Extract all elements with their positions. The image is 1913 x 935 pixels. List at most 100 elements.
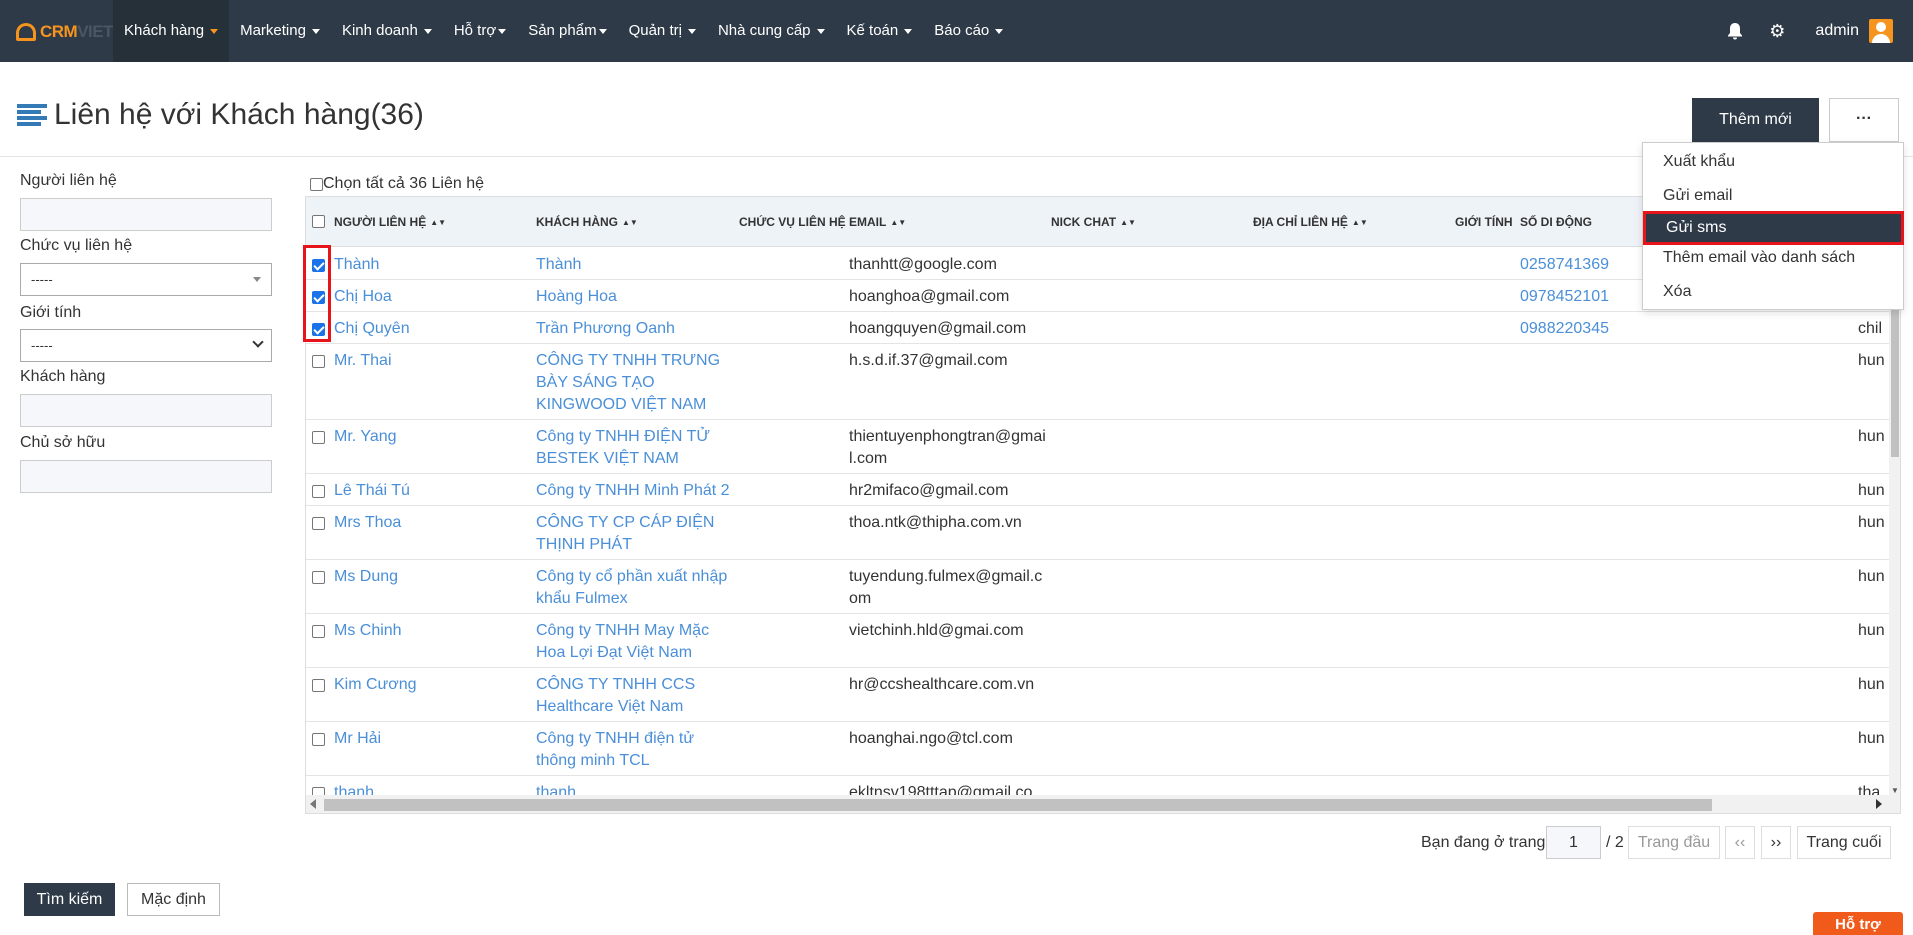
owner-filter-input[interactable] xyxy=(20,460,272,493)
email-cell: thientuyenphongtran@gmail.com xyxy=(849,428,1046,467)
nav-ho-tro[interactable]: Hỗ trợ xyxy=(443,0,517,62)
customer-link[interactable]: Công ty cổ phần xuất nhập khẩu Fulmex xyxy=(536,566,736,610)
scroll-thumb[interactable] xyxy=(1891,307,1899,457)
col-contact[interactable]: NGƯỜI LIÊN HỆ ▲▼ xyxy=(334,215,446,229)
prev-page-button[interactable]: ‹‹ xyxy=(1725,826,1755,859)
gear-icon[interactable]: ⚙ xyxy=(1769,21,1785,42)
row-checkbox[interactable] xyxy=(312,485,325,498)
user-name[interactable]: admin xyxy=(1815,22,1859,40)
table-row[interactable]: Mrs Thoa CÔNG TY CP CÁP ĐIỆN THỊNH PHÁT th… xyxy=(306,506,1900,560)
nav-khach-hang[interactable]: Khách hàng xyxy=(113,0,230,62)
bell-icon[interactable] xyxy=(1727,22,1743,40)
table-row[interactable]: Mr. Thai CÔNG TY TNHH TRƯNG BÀY SÁNG TẠO … xyxy=(306,344,1900,420)
menu-item-send-sms[interactable]: Gửi sms xyxy=(1643,211,1904,245)
customer-link[interactable]: CÔNG TY TNHH CCS Healthcare Việt Nam xyxy=(536,674,736,718)
table-row[interactable]: Ms Dung Công ty cổ phần xuất nhập khẩu Fu… xyxy=(306,560,1900,614)
customer-link[interactable]: Hoàng Hoa xyxy=(536,286,736,308)
row-checkbox[interactable] xyxy=(312,517,325,530)
row-checkbox[interactable] xyxy=(312,733,325,746)
horizontal-scrollbar[interactable] xyxy=(306,795,1900,813)
contact-name-link[interactable]: Mrs Thoa xyxy=(334,512,494,534)
last-page-button[interactable]: Trang cuối xyxy=(1797,826,1891,859)
row-checkbox[interactable] xyxy=(312,625,325,638)
truncated-cell: hun xyxy=(1858,622,1885,639)
nav-label: Nhà cung cấp xyxy=(717,22,811,39)
contact-name-link[interactable]: Ms Chinh xyxy=(334,620,494,642)
contact-name-link[interactable]: Ms Dung xyxy=(334,566,494,588)
menu-item-delete[interactable]: Xóa xyxy=(1663,283,1691,301)
contact-name-link[interactable]: Mr Hải xyxy=(334,728,494,750)
table-row[interactable]: Chị Quyên Trần Phương Oanh hoangquyen@gmai… xyxy=(306,312,1900,344)
customer-link[interactable]: Công ty TNHH May Mặc Hoa Lợi Đạt Việt Na… xyxy=(536,620,736,664)
nav-san-pham[interactable]: Sản phẩm xyxy=(517,0,617,62)
customer-link[interactable]: CÔNG TY TNHH TRƯNG BÀY SÁNG TẠO KINGWOOD… xyxy=(536,350,736,416)
vertical-scrollbar[interactable]: ▼ xyxy=(1889,297,1900,795)
scroll-down-icon[interactable]: ▼ xyxy=(1891,786,1899,795)
more-actions-button[interactable]: ··· xyxy=(1829,98,1899,142)
col-nick[interactable]: NICK CHAT ▲▼ xyxy=(1051,215,1136,229)
scroll-left-icon[interactable] xyxy=(310,799,316,809)
phone-link[interactable]: 0978452101 xyxy=(1520,286,1609,308)
search-button[interactable]: Tìm kiếm xyxy=(24,883,115,916)
email-cell: hoanghai.ngo@tcl.com xyxy=(849,730,1013,747)
contact-name-link[interactable]: Kim Cương xyxy=(334,674,494,696)
col-mobile: SỐ DI ĐỘNG xyxy=(1520,215,1593,229)
nav-kinh-doanh[interactable]: Kinh doanh xyxy=(331,0,443,62)
select-all[interactable]: Chọn tất cả 36 Liên hệ xyxy=(310,175,484,193)
help-button[interactable]: Hỗ trợ xyxy=(1813,912,1903,935)
contact-name-link[interactable]: Mr. Yang xyxy=(334,426,494,448)
first-page-button[interactable]: Trang đầu xyxy=(1628,826,1720,859)
nav-ke-toan[interactable]: Kế toán xyxy=(836,0,924,62)
select-value: ----- xyxy=(31,272,53,287)
customer-link[interactable]: Trần Phương Oanh xyxy=(536,318,736,340)
row-checkbox[interactable] xyxy=(312,431,325,444)
col-address[interactable]: ĐỊA CHỈ LIÊN HỆ ▲▼ xyxy=(1253,215,1368,229)
table-row[interactable]: Mr Hải Công ty TNHH điện tử thông minh TC… xyxy=(306,722,1900,776)
contact-name-link[interactable]: Lê Thái Tú xyxy=(334,480,494,502)
customer-filter-input[interactable] xyxy=(20,394,272,427)
scroll-thumb[interactable] xyxy=(324,799,1712,811)
customer-link[interactable]: Thành xyxy=(536,254,736,276)
row-checkbox[interactable] xyxy=(312,355,325,368)
reset-default-button[interactable]: Mặc định xyxy=(127,883,220,916)
add-new-button[interactable]: Thêm mới xyxy=(1692,98,1819,142)
page-number-input[interactable]: 1 xyxy=(1546,826,1601,859)
contact-filter-input[interactable] xyxy=(20,198,272,231)
col-gender: GIỚI TÍNH xyxy=(1455,215,1513,229)
nav-quan-tri[interactable]: Quản trị xyxy=(618,0,707,62)
table-row[interactable]: Mr. Yang Công ty TNHH ĐIỆN TỬ BESTEK VIỆT… xyxy=(306,420,1900,474)
table-row[interactable]: Kim Cương CÔNG TY TNHH CCS Healthcare Việ… xyxy=(306,668,1900,722)
contact-name-link[interactable]: Chị Hoa xyxy=(334,286,494,308)
contact-name-link[interactable]: Mr. Thai xyxy=(334,350,494,372)
table-row[interactable]: Lê Thái Tú Công ty TNHH Minh Phát 2 hr2mif… xyxy=(306,474,1900,506)
customer-link[interactable]: CÔNG TY CP CÁP ĐIỆN THỊNH PHÁT xyxy=(536,512,736,556)
contact-name-link[interactable]: Chị Quyên xyxy=(334,318,494,340)
col-email[interactable]: EMAIL ▲▼ xyxy=(849,215,906,229)
phone-link[interactable]: 0258741369 xyxy=(1520,254,1609,276)
customer-link[interactable]: Công ty TNHH điện tử thông minh TCL xyxy=(536,728,736,772)
nav-marketing[interactable]: Marketing xyxy=(229,0,331,62)
scroll-right-icon[interactable] xyxy=(1876,799,1882,809)
sort-icon: ▲▼ xyxy=(1351,218,1368,228)
nav-bao-cao[interactable]: Báo cáo xyxy=(923,0,1014,62)
crmviet-logo[interactable]: CRM VIET xyxy=(16,22,114,42)
customer-filter-label: Khách hàng xyxy=(20,368,106,385)
menu-item-send-email[interactable]: Gửi email xyxy=(1663,187,1732,205)
col-customer[interactable]: KHÁCH HÀNG ▲▼ xyxy=(536,215,638,229)
nav-nha-cung-cap[interactable]: Nhà cung cấp xyxy=(707,0,836,62)
next-page-button[interactable]: ›› xyxy=(1761,826,1791,859)
gender-filter-select[interactable]: ----- xyxy=(20,329,272,362)
avatar[interactable] xyxy=(1869,19,1893,43)
table-row[interactable]: Ms Chinh Công ty TNHH May Mặc Hoa Lợi Đạt… xyxy=(306,614,1900,668)
menu-item-export[interactable]: Xuất khẩu xyxy=(1663,153,1735,171)
header-checkbox[interactable] xyxy=(312,215,325,228)
customer-link[interactable]: Công ty TNHH ĐIỆN TỬ BESTEK VIỆT NAM xyxy=(536,426,736,470)
position-filter-select[interactable]: ----- xyxy=(20,263,272,296)
customer-link[interactable]: Công ty TNHH Minh Phát 2 xyxy=(536,480,736,502)
select-all-checkbox[interactable] xyxy=(310,177,323,191)
row-checkbox[interactable] xyxy=(312,571,325,584)
row-checkbox[interactable] xyxy=(312,679,325,692)
menu-item-add-to-list[interactable]: Thêm email vào danh sách xyxy=(1663,249,1855,267)
phone-link[interactable]: 0988220345 xyxy=(1520,318,1609,340)
contact-name-link[interactable]: Thành xyxy=(334,254,494,276)
